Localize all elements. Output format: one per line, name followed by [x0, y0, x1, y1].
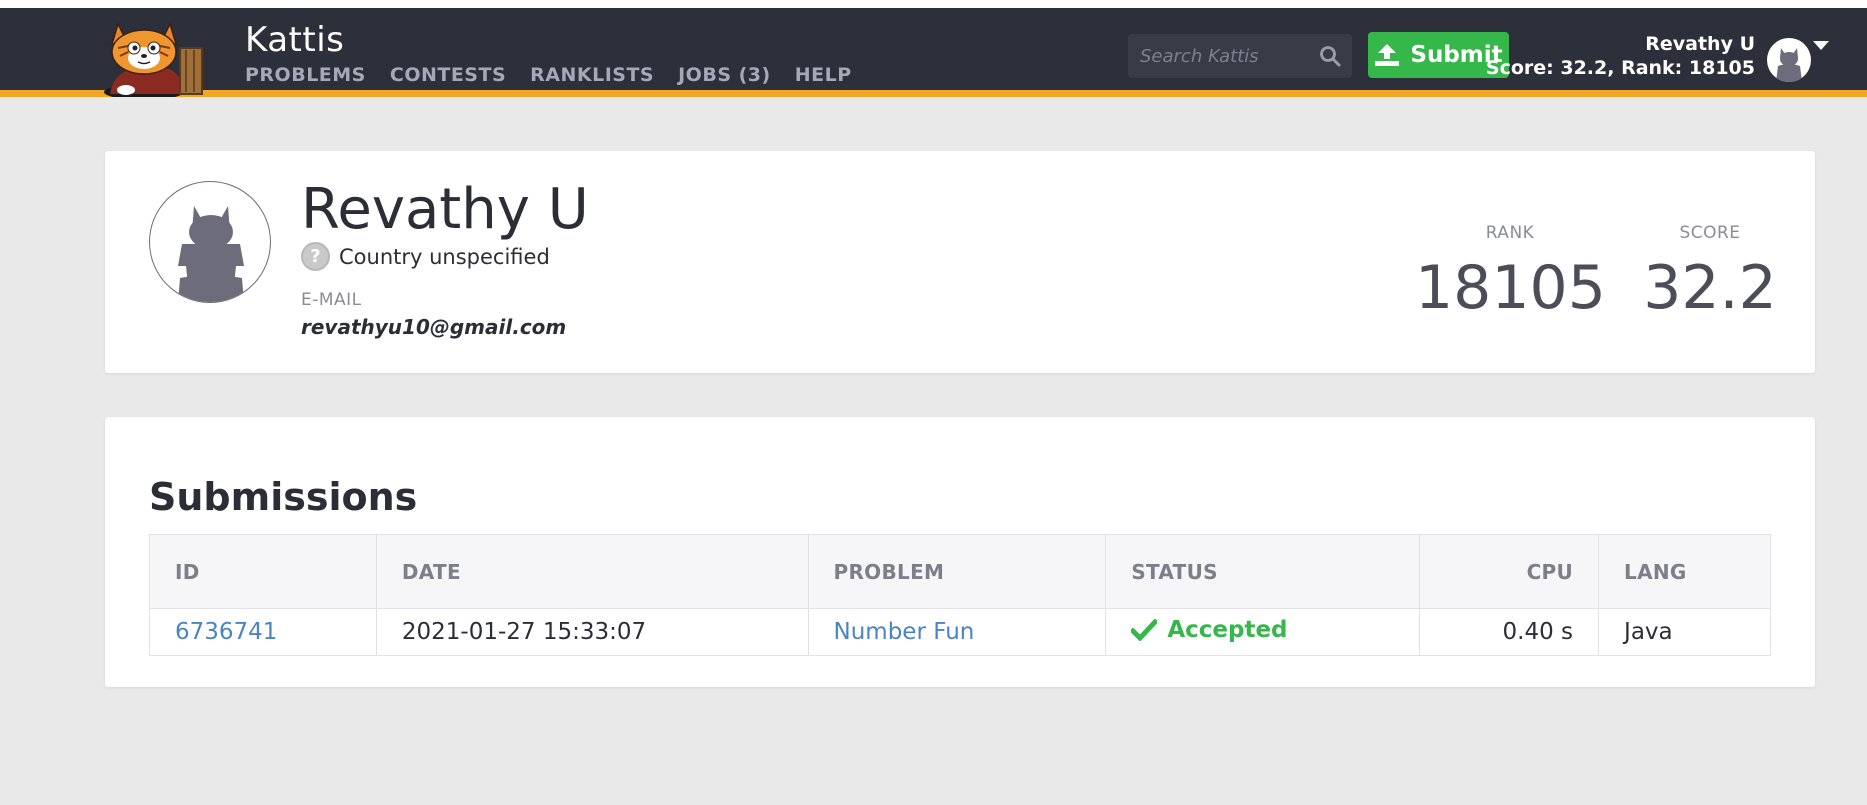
submissions-card: Submissions ID DATE PROBLEM STATUS CPU L…: [105, 417, 1815, 687]
submissions-title: Submissions: [149, 475, 418, 519]
nav-contests[interactable]: CONTESTS: [390, 64, 506, 86]
brand-title[interactable]: Kattis: [245, 20, 344, 60]
table-header-row: ID DATE PROBLEM STATUS CPU LANG: [149, 534, 1771, 609]
cat-silhouette-icon: [178, 206, 244, 302]
top-strip: [0, 0, 1867, 8]
col-status: STATUS: [1105, 534, 1421, 609]
score-value: 32.2: [1643, 253, 1777, 323]
user-summary[interactable]: Revathy U Score: 32.2, Rank: 18105: [1486, 32, 1755, 80]
col-problem: PROBLEM: [807, 534, 1107, 609]
status-badge: Accepted: [1131, 617, 1288, 643]
col-id: ID: [149, 534, 377, 609]
search-input[interactable]: [1140, 45, 1320, 67]
search-box: [1128, 34, 1352, 78]
unknown-flag-icon: ?: [301, 242, 330, 271]
table-row: 6736741 2021-01-27 15:33:07 Number Fun A…: [149, 608, 1771, 656]
rank-value: 18105: [1415, 253, 1606, 323]
navbar: Kattis PROBLEMS CONTESTS RANKLISTS JOBS …: [0, 8, 1867, 97]
submission-date: 2021-01-27 15:33:07: [375, 608, 809, 656]
country-label: Country unspecified: [339, 244, 550, 269]
col-lang: LANG: [1598, 534, 1771, 609]
checkmark-icon: [1131, 619, 1158, 641]
profile-avatar: [149, 181, 271, 303]
user-menu-caret-icon[interactable]: [1813, 41, 1829, 50]
profile-card: Revathy U ? Country unspecified E-MAIL r…: [105, 151, 1815, 373]
score-stat: SCORE 32.2: [1630, 223, 1790, 323]
search-icon[interactable]: [1318, 44, 1342, 68]
rank-label: RANK: [1485, 223, 1535, 243]
submission-id-link[interactable]: 6736741: [175, 619, 277, 645]
upload-icon: [1375, 44, 1400, 66]
nav-jobs[interactable]: JOBS (3): [678, 64, 771, 86]
email-value: revathyu10@gmail.com: [301, 315, 567, 339]
submission-cpu: 0.40 s: [1419, 608, 1600, 656]
col-cpu: CPU: [1419, 534, 1600, 609]
nav-problems[interactable]: PROBLEMS: [245, 64, 366, 86]
profile-country: ? Country unspecified: [301, 242, 550, 271]
user-name: Revathy U: [1645, 33, 1755, 55]
profile-name: Revathy U: [301, 177, 589, 242]
cat-silhouette-icon: [1776, 48, 1802, 82]
col-date: DATE: [375, 534, 809, 609]
rank-stat: RANK 18105: [1415, 223, 1606, 323]
kattis-logo[interactable]: [104, 18, 228, 97]
user-score-rank: Score: 32.2, Rank: 18105: [1485, 57, 1755, 79]
email-label: E-MAIL: [301, 290, 362, 310]
nav-ranklists[interactable]: RANKLISTS: [530, 64, 654, 86]
problem-link[interactable]: Number Fun: [834, 619, 975, 645]
main-nav: PROBLEMS CONTESTS RANKLISTS JOBS (3) HEL…: [245, 64, 852, 86]
user-avatar[interactable]: [1767, 38, 1811, 82]
nav-help[interactable]: HELP: [795, 64, 852, 86]
score-label: SCORE: [1679, 223, 1741, 243]
submissions-table: ID DATE PROBLEM STATUS CPU LANG 6736741 …: [149, 534, 1771, 656]
submission-lang: Java: [1598, 608, 1771, 656]
status-text: Accepted: [1167, 617, 1288, 643]
